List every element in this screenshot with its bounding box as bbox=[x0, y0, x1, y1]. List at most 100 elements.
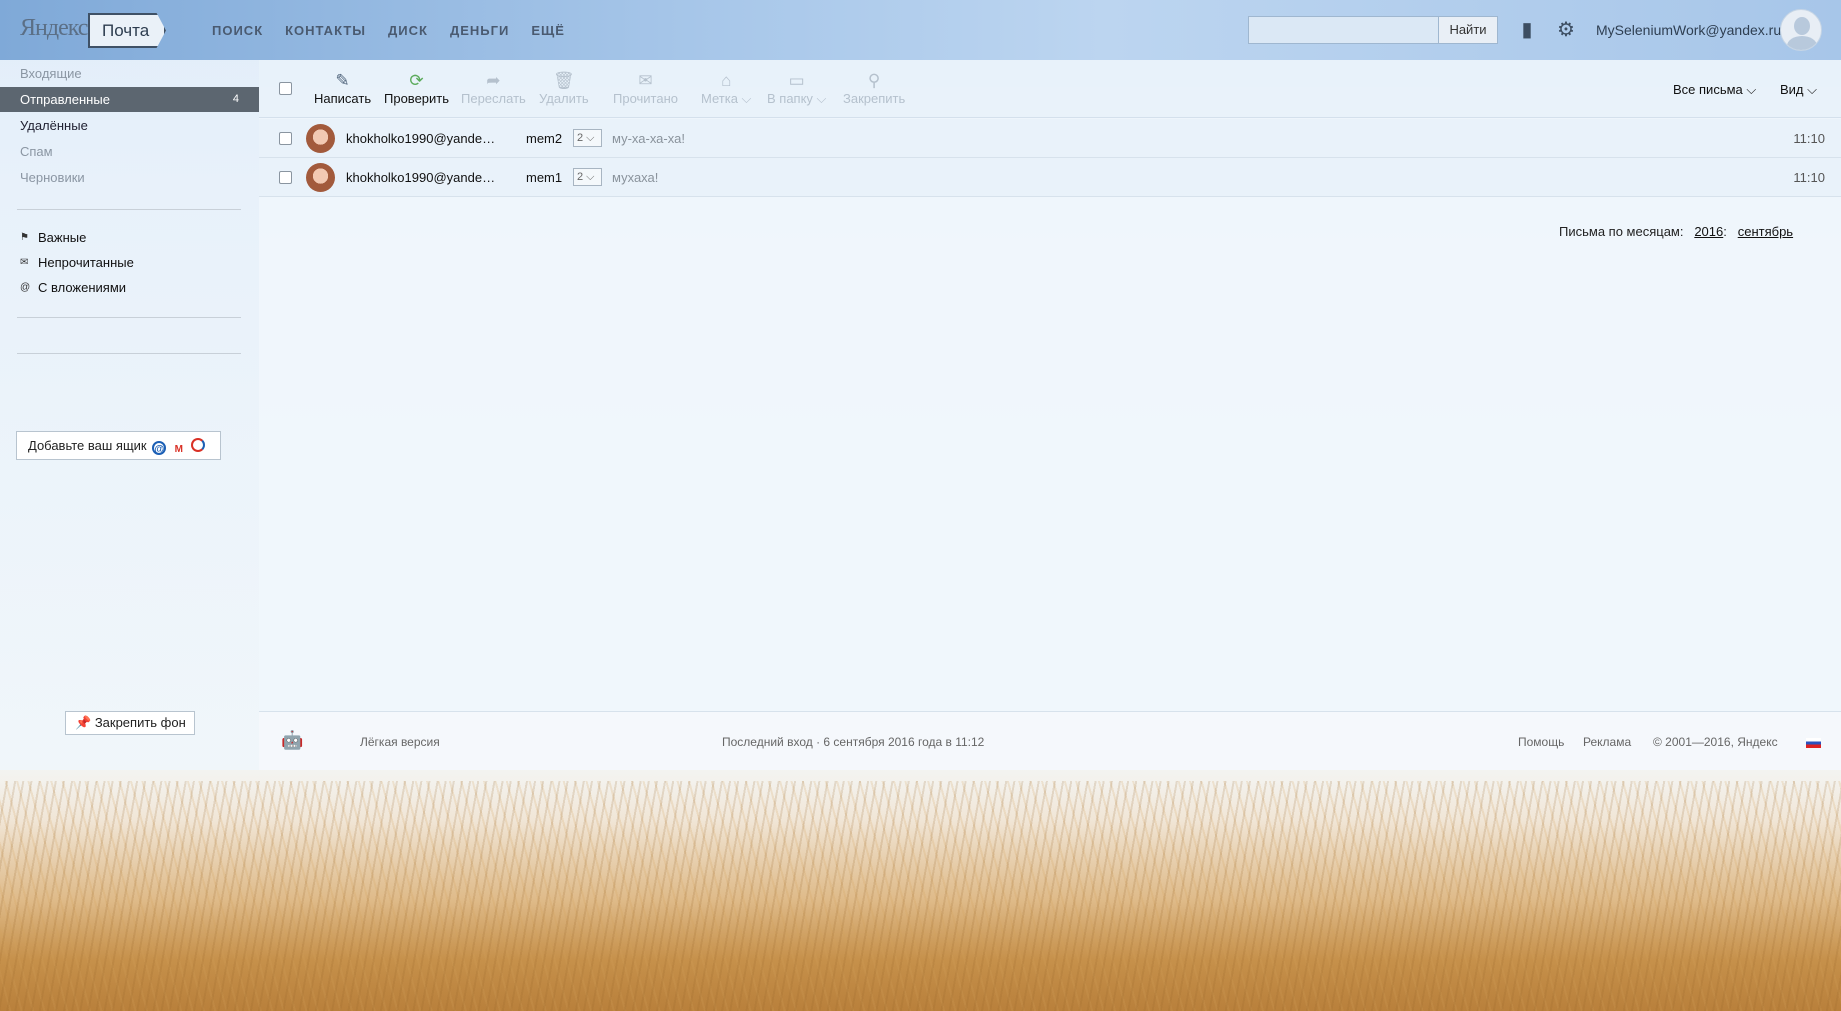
mark-read-button[interactable]: ✉ Прочитано bbox=[613, 71, 678, 106]
label-important[interactable]: ⚑ Важные bbox=[20, 230, 86, 245]
help-link[interactable]: Помощь bbox=[1518, 735, 1564, 749]
label-text: С вложениями bbox=[38, 280, 127, 295]
android-icon[interactable]: 🤖 bbox=[281, 730, 303, 751]
themes-icon[interactable]: ▮ bbox=[1515, 18, 1539, 42]
sender-avatar bbox=[306, 163, 335, 192]
message-subject[interactable]: mem2 bbox=[526, 131, 562, 146]
background-wheat-image bbox=[0, 781, 1841, 1011]
view-label: Вид bbox=[1780, 82, 1804, 97]
gear-icon[interactable]: ⚙ bbox=[1554, 18, 1578, 42]
chevron-down-icon: ⌵ bbox=[1746, 82, 1757, 97]
message-checkbox[interactable] bbox=[279, 132, 292, 145]
folder-icon: ▭ bbox=[788, 71, 805, 90]
nav-search[interactable]: ПОИСК bbox=[212, 23, 263, 38]
message-time: 11:10 bbox=[1793, 170, 1825, 185]
flag-icon: ⚑ bbox=[20, 232, 29, 243]
thread-count: 2 bbox=[577, 132, 584, 144]
folder-deleted[interactable]: Удалённые bbox=[0, 113, 259, 138]
move-to-folder-button[interactable]: ▭ В папку ⌵ bbox=[767, 71, 826, 107]
divider bbox=[17, 353, 241, 354]
divider bbox=[17, 317, 241, 318]
rambler-icon bbox=[191, 438, 206, 452]
folder-label: Спам bbox=[20, 144, 53, 159]
pin-icon: 📌 bbox=[75, 715, 92, 730]
forward-button[interactable]: ➦ Переслать bbox=[461, 71, 526, 106]
forward-label: Переслать bbox=[461, 91, 526, 106]
nav-money[interactable]: ДЕНЬГИ bbox=[450, 23, 509, 38]
main-panel: ✎ Написать ⟳ Проверить ➦ Переслать 🗑 Уда… bbox=[259, 60, 1841, 770]
compose-button[interactable]: ✎ Написать bbox=[314, 71, 371, 106]
label-text: Важные bbox=[38, 230, 87, 245]
gmail-icon: M bbox=[174, 444, 184, 455]
language-flag-icon[interactable] bbox=[1806, 738, 1821, 748]
folder-label: Удалённые bbox=[20, 118, 88, 133]
thread-count-badge[interactable]: 2 ⌵ bbox=[573, 129, 602, 147]
thread-count-badge[interactable]: 2 ⌵ bbox=[573, 168, 602, 186]
folder-drafts[interactable]: Черновики bbox=[0, 165, 259, 190]
user-email[interactable]: MySeleniumWork@yandex.ru bbox=[1596, 22, 1781, 38]
folder-sent[interactable]: Отправленные 4 bbox=[0, 87, 259, 112]
label-button[interactable]: ⌂ Метка ⌵ bbox=[701, 71, 751, 107]
compose-label: Написать bbox=[314, 91, 372, 106]
open-envelope-icon: ✉ bbox=[638, 71, 653, 90]
search-input[interactable] bbox=[1248, 16, 1439, 44]
user-avatar[interactable] bbox=[1780, 9, 1822, 51]
mailru-icon: @ bbox=[152, 441, 167, 455]
pin-icon: ⚲ bbox=[867, 71, 881, 90]
folder-count: 4 bbox=[232, 93, 239, 105]
header: Яндекс Почта ПОИСК КОНТАКТЫ ДИСК ДЕНЬГИ … bbox=[0, 0, 1841, 60]
message-snippet[interactable]: му-ха-ха-ха! bbox=[612, 131, 685, 146]
mail-service-logo[interactable]: Почта bbox=[88, 13, 166, 48]
search-button[interactable]: Найти bbox=[1438, 16, 1498, 44]
message-from[interactable]: khokholko1990@yande… bbox=[346, 131, 495, 146]
check-label: Проверить bbox=[384, 91, 450, 106]
message-subject[interactable]: mem1 bbox=[526, 170, 562, 185]
sidebar: Входящие Отправленные 4 Удалённые Спам Ч… bbox=[0, 60, 259, 770]
months-label: Письма по месяцам: bbox=[1559, 224, 1684, 239]
folder-label: Черновики bbox=[20, 170, 85, 185]
letters-by-month: Письма по месяцам: 2016: сентябрь bbox=[1559, 224, 1793, 239]
forward-icon: ➦ bbox=[486, 71, 501, 90]
toolbar: ✎ Написать ⟳ Проверить ➦ Переслать 🗑 Уда… bbox=[259, 60, 1841, 118]
nav-contacts[interactable]: КОНТАКТЫ bbox=[285, 23, 366, 38]
pin-label: Закрепить bbox=[843, 91, 906, 106]
nav-disk[interactable]: ДИСК bbox=[388, 23, 428, 38]
folder-spam[interactable]: Спам bbox=[0, 139, 259, 164]
message-row[interactable]: khokholko1990@yande… mem2 2 ⌵ му-ха-ха-х… bbox=[259, 119, 1841, 158]
chevron-down-icon: ⌵ bbox=[1807, 82, 1818, 97]
pin-message-button[interactable]: ⚲ Закрепить bbox=[843, 71, 905, 106]
folder-label: Отправленные bbox=[20, 92, 110, 107]
year-link[interactable]: 2016 bbox=[1694, 224, 1723, 239]
month-link[interactable]: сентябрь bbox=[1738, 224, 1793, 239]
envelope-icon: ✉ bbox=[20, 257, 29, 268]
yandex-logo[interactable]: Яндекс bbox=[20, 15, 88, 42]
folder-inbox[interactable]: Входящие bbox=[0, 61, 259, 86]
ads-link[interactable]: Реклама bbox=[1583, 735, 1631, 749]
message-from[interactable]: khokholko1990@yande… bbox=[346, 170, 495, 185]
sender-avatar bbox=[306, 124, 335, 153]
label-label: Метка bbox=[701, 91, 738, 106]
label-attachments[interactable]: @ С вложениями bbox=[20, 280, 126, 295]
light-version-link[interactable]: Лёгкая версия bbox=[360, 735, 440, 749]
add-mailbox-button[interactable]: Добавьте ваш ящик @ M bbox=[16, 431, 221, 460]
all-letters-label: Все письма bbox=[1673, 82, 1743, 97]
message-checkbox[interactable] bbox=[279, 171, 292, 184]
view-dropdown[interactable]: Вид ⌵ bbox=[1780, 82, 1817, 98]
message-snippet[interactable]: мухаха! bbox=[612, 170, 658, 185]
read-label: Прочитано bbox=[613, 91, 678, 106]
label-unread[interactable]: ✉ Непрочитанные bbox=[20, 255, 134, 270]
check-mail-button[interactable]: ⟳ Проверить bbox=[384, 71, 449, 106]
all-letters-dropdown[interactable]: Все письма ⌵ bbox=[1673, 82, 1756, 98]
pin-background-label: Закрепить фон bbox=[94, 715, 186, 730]
nav-more[interactable]: ЕЩЁ bbox=[531, 23, 565, 38]
months-separator: : bbox=[1723, 224, 1727, 239]
copyright: © 2001—2016, Яндекс bbox=[1653, 735, 1778, 749]
thread-count: 2 bbox=[577, 171, 584, 183]
refresh-icon: ⟳ bbox=[409, 71, 424, 90]
message-row[interactable]: khokholko1990@yande… mem1 2 ⌵ мухаха! 11… bbox=[259, 158, 1841, 197]
delete-button[interactable]: 🗑 Удалить bbox=[539, 71, 589, 106]
pin-background-button[interactable]: 📌 Закрепить фон bbox=[65, 711, 195, 735]
last-login-info: Последний вход · 6 сентября 2016 года в … bbox=[722, 735, 985, 749]
select-all-checkbox[interactable] bbox=[279, 82, 292, 95]
add-mailbox-label: Добавьте ваш ящик bbox=[28, 438, 147, 453]
